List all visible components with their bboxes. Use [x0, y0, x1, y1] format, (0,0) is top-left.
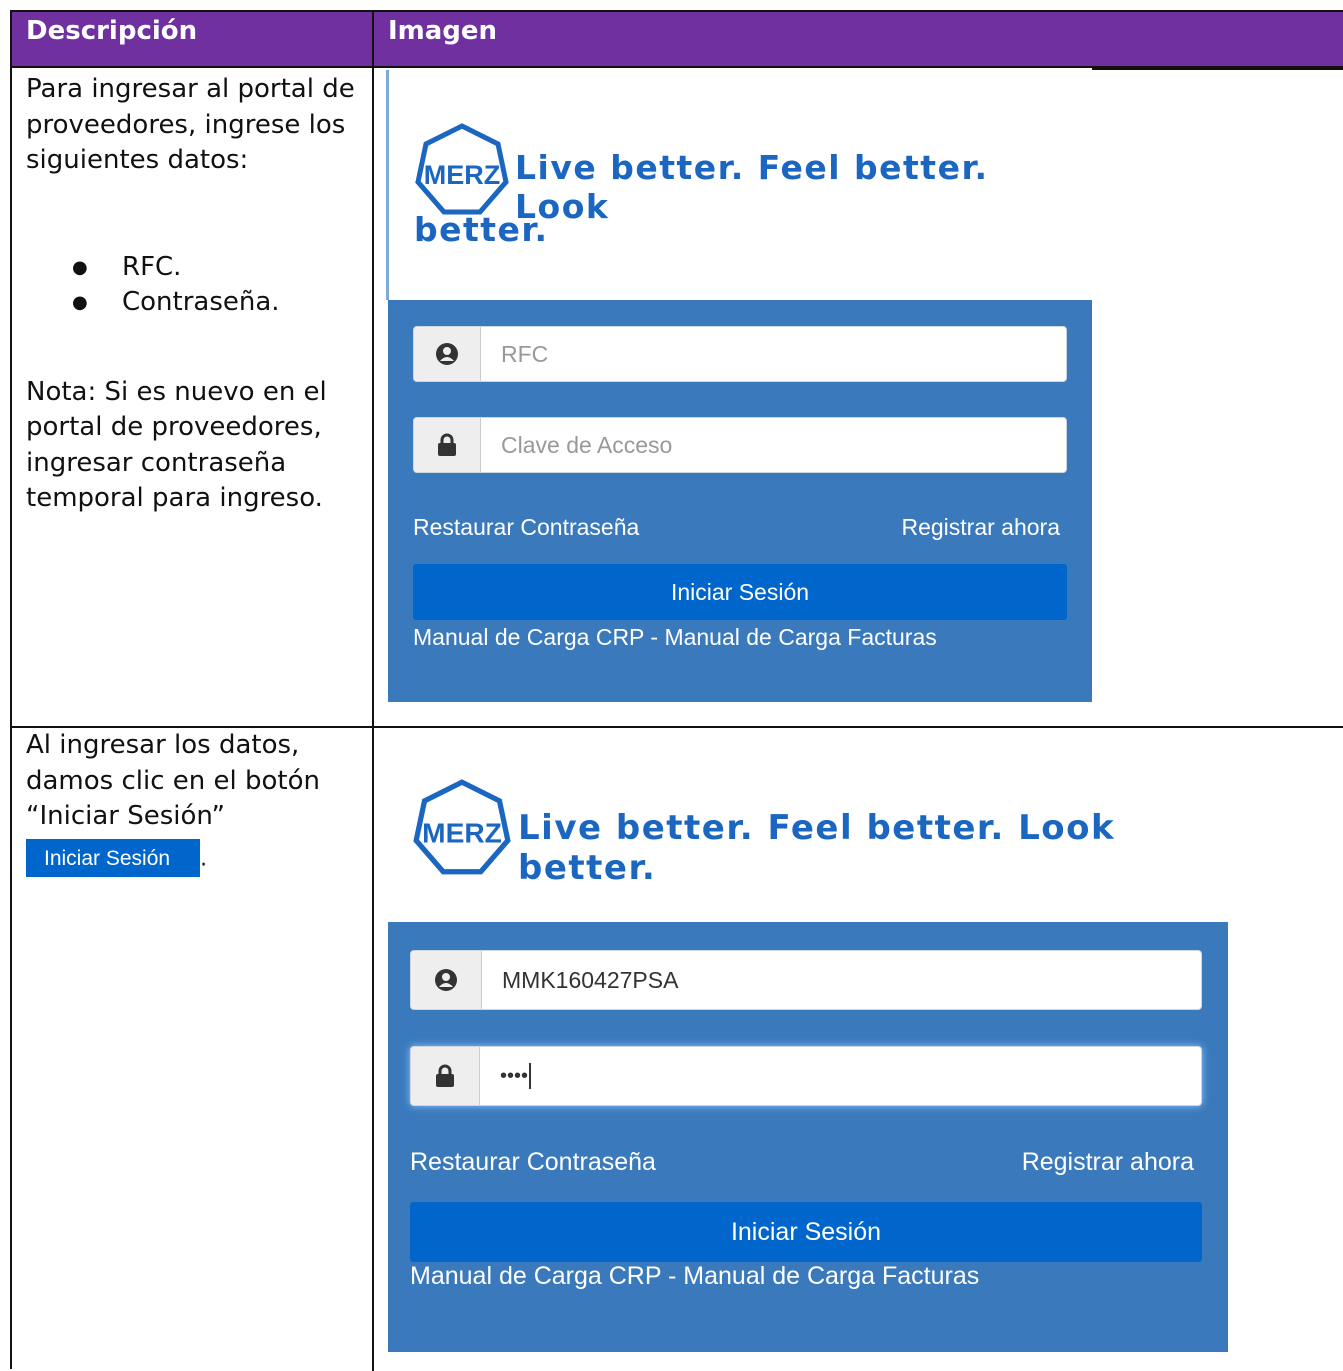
manuals-links: Manual de Carga CRP - Manual de Carga Fa… — [413, 624, 937, 651]
user-icon — [414, 327, 481, 381]
manuals-links: Manual de Carga CRP - Manual de Carga Fa… — [410, 1262, 979, 1291]
required-fields-list: RFC. Contraseña. — [26, 250, 366, 321]
manual-crp-link[interactable]: Manual de Carga CRP — [410, 1262, 661, 1290]
password-field[interactable]: •••• — [410, 1046, 1202, 1106]
rfc-input[interactable]: RFC — [481, 327, 1066, 381]
row2-description: Al ingresar los datos, damos clic en el … — [26, 728, 366, 877]
instruction-table: Descripción Imagen Para ingresar al port… — [10, 10, 1343, 1371]
text-cursor — [529, 1063, 532, 1089]
tagline-line1: Live better. Feel better. Look — [515, 148, 989, 226]
merz-logo-icon: MERZ — [413, 779, 511, 875]
manual-facturas-link[interactable]: Manual de Carga Facturas — [683, 1262, 979, 1290]
restore-password-link[interactable]: Restaurar Contraseña — [410, 1148, 656, 1177]
manual-separator: - — [661, 1262, 684, 1290]
password-field[interactable]: Clave de Acceso — [413, 417, 1067, 473]
manual-separator: - — [643, 624, 665, 650]
row1-note: Nota: Si es nuevo en el portal de provee… — [26, 376, 327, 514]
row-divider-right — [1228, 726, 1343, 728]
merz-logo-icon: MERZ — [415, 123, 509, 215]
logo-text: MERZ — [424, 160, 501, 190]
manual-facturas-link[interactable]: Manual de Carga Facturas — [664, 624, 936, 650]
lock-icon — [414, 418, 481, 472]
restore-password-link[interactable]: Restaurar Contraseña — [413, 514, 639, 541]
header-image: Imagen — [374, 12, 1343, 68]
register-link[interactable]: Registrar ahora — [1022, 1148, 1194, 1177]
login-panel: MMK160427PSA •••• Restaurar Contraseña R… — [388, 922, 1228, 1352]
list-item: Contraseña. — [72, 285, 366, 321]
rfc-field[interactable]: MMK160427PSA — [410, 950, 1202, 1010]
row-divider-top — [1092, 68, 1343, 70]
list-item: RFC. — [72, 250, 366, 286]
column-divider — [372, 68, 374, 1371]
tagline: Live better. Feel better. Look better. — [518, 808, 1116, 888]
login-panel: RFC Clave de Acceso Restaurar Contraseña… — [388, 300, 1092, 702]
login-screenshot-1: MERZ Live better. Feel better. Look bett… — [386, 70, 1092, 702]
panel-edge — [386, 70, 389, 300]
register-link[interactable]: Registrar ahora — [901, 514, 1060, 541]
row2-text: Al ingresar los datos, damos clic en el … — [26, 730, 320, 831]
password-dots: •••• — [500, 1064, 529, 1087]
manual-crp-link[interactable]: Manual de Carga CRP — [413, 624, 644, 650]
header-description: Descripción — [12, 12, 374, 68]
tagline-line2: better. — [414, 210, 549, 249]
row2-period: . — [200, 846, 208, 871]
inline-login-button-image: Iniciar Sesión — [26, 838, 201, 877]
lock-icon — [411, 1047, 480, 1105]
login-screenshot-2: MERZ Live better. Feel better. Look bett… — [386, 728, 1228, 1353]
row1-description: Para ingresar al portal de proveedores, … — [26, 72, 366, 517]
rfc-input[interactable]: MMK160427PSA — [482, 951, 1201, 1009]
password-input[interactable]: •••• — [480, 1047, 1201, 1105]
logo-text: MERZ — [422, 818, 502, 849]
user-icon — [411, 951, 482, 1009]
rfc-field[interactable]: RFC — [413, 326, 1067, 382]
login-button[interactable]: Iniciar Sesión — [413, 564, 1067, 620]
row1-intro: Para ingresar al portal de proveedores, … — [26, 74, 355, 175]
login-button[interactable]: Iniciar Sesión — [410, 1202, 1202, 1262]
password-input[interactable]: Clave de Acceso — [481, 418, 1066, 472]
